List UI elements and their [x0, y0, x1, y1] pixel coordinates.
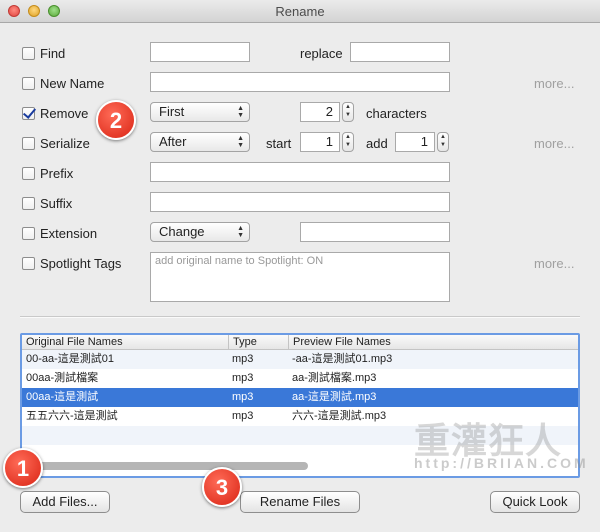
table-header: Original File Names Type Preview File Na… — [22, 335, 578, 350]
serialize-start-stepper[interactable]: ▲ ▼ — [342, 132, 354, 152]
remove-count-stepper[interactable]: ▲ ▼ — [342, 102, 354, 122]
remove-mode-value: First — [159, 104, 185, 119]
original-name-cell: 00-aa-這是測試01 — [26, 353, 115, 365]
new-name-input[interactable] — [150, 72, 450, 92]
serialize-checkbox[interactable] — [22, 136, 35, 150]
section-divider — [20, 316, 580, 318]
serialize-label: Serialize — [40, 135, 90, 151]
original-name-cell: 00aa-這是測試 — [26, 391, 99, 403]
spotlight-tags-option[interactable]: Spotlight Tags — [22, 253, 121, 273]
type-cell: mp3 — [232, 353, 254, 365]
suffix-checkbox[interactable] — [22, 196, 35, 210]
prefix-input[interactable] — [150, 162, 450, 182]
watermark-url: http://BRIIAN.COM — [414, 455, 589, 471]
serialize-more-link[interactable]: more... — [534, 136, 574, 151]
type-cell: mp3 — [232, 410, 254, 422]
add-files-button[interactable]: Add Files... — [20, 491, 110, 513]
preview-name-cell: -aa-這是測試01.mp3 — [292, 353, 393, 365]
extension-mode-popup[interactable]: Change ▲ ▼ — [150, 222, 250, 242]
original-name-cell: 00aa-測試檔案 — [26, 372, 99, 384]
suffix-option[interactable]: Suffix — [22, 193, 72, 213]
remove-checkbox[interactable] — [22, 106, 35, 120]
extension-option[interactable]: Extension — [22, 223, 97, 243]
spotlight-tags-checkbox[interactable] — [22, 256, 35, 270]
window-title: Rename — [275, 4, 325, 19]
prefix-checkbox[interactable] — [22, 166, 35, 180]
preview-name-cell: aa-測試檔案.mp3 — [292, 372, 377, 384]
remove-mode-popup[interactable]: First ▲ ▼ — [150, 102, 250, 122]
column-header-preview[interactable]: Preview File Names — [288, 335, 578, 349]
serialize-mode-value: After — [159, 134, 187, 149]
column-header-type[interactable]: Type — [228, 335, 288, 349]
remove-label: Remove — [40, 105, 89, 121]
table-row[interactable]: 00-aa-這是測試01 mp3 -aa-這是測試01.mp3 — [22, 350, 578, 369]
quick-look-button[interactable]: Quick Look — [490, 491, 580, 513]
serialize-add-stepper[interactable]: ▲ ▼ — [437, 132, 449, 152]
table-row-selected[interactable]: 00aa-這是測試 mp3 aa-這是測試.mp3 — [22, 388, 578, 407]
new-name-label: New Name — [40, 75, 105, 91]
spotlight-tags-textarea[interactable]: add original name to Spotlight: ON — [150, 252, 450, 302]
table-row[interactable]: 00aa-測試檔案 mp3 aa-測試檔案.mp3 — [22, 369, 578, 388]
find-input[interactable] — [150, 42, 250, 62]
original-name-cell: 五五六六-這是測試 — [26, 410, 118, 422]
serialize-start-field[interactable]: 1 — [300, 132, 340, 152]
replace-input[interactable] — [350, 42, 450, 62]
type-cell: mp3 — [232, 391, 254, 403]
suffix-input[interactable] — [150, 192, 450, 212]
serialize-mode-popup[interactable]: After ▲ ▼ — [150, 132, 250, 152]
callout-badge-3: 3 — [202, 467, 242, 507]
add-label: add — [366, 136, 388, 151]
extension-checkbox[interactable] — [22, 226, 35, 240]
prefix-label: Prefix — [40, 165, 74, 181]
preview-name-cell: aa-這是測試.mp3 — [292, 391, 377, 403]
column-header-original[interactable]: Original File Names — [22, 335, 228, 349]
remove-count-field[interactable]: 2 — [300, 102, 340, 122]
horizontal-scrollbar[interactable] — [22, 462, 308, 470]
title-bar: Rename — [0, 0, 600, 23]
new-name-more-link[interactable]: more... — [534, 76, 574, 91]
prefix-option[interactable]: Prefix — [22, 163, 73, 183]
new-name-option[interactable]: New Name — [22, 73, 104, 93]
extension-mode-value: Change — [159, 224, 205, 239]
serialize-option[interactable]: Serialize — [22, 133, 90, 153]
popup-arrows-icon: ▲ ▼ — [237, 225, 244, 239]
type-cell: mp3 — [232, 372, 254, 384]
replace-label: replace — [300, 46, 343, 61]
spotlight-tags-label: Spotlight Tags — [40, 255, 122, 271]
popup-arrows-icon: ▲ ▼ — [237, 135, 244, 149]
callout-badge-2: 2 — [96, 100, 136, 140]
find-checkbox[interactable] — [22, 46, 35, 60]
characters-label: characters — [366, 106, 427, 121]
suffix-label: Suffix — [40, 195, 73, 211]
extension-label: Extension — [40, 225, 98, 241]
start-label: start — [266, 136, 292, 151]
serialize-add-field[interactable]: 1 — [395, 132, 435, 152]
callout-badge-1: 1 — [3, 448, 43, 488]
remove-option[interactable]: Remove — [22, 103, 88, 123]
find-option[interactable]: Find — [22, 43, 65, 63]
new-name-checkbox[interactable] — [22, 76, 35, 90]
spotlight-more-link[interactable]: more... — [534, 256, 574, 271]
popup-arrows-icon: ▲ ▼ — [237, 105, 244, 119]
rename-files-button[interactable]: Rename Files — [240, 491, 360, 513]
extension-input[interactable] — [300, 222, 450, 242]
find-label: Find — [40, 45, 66, 61]
